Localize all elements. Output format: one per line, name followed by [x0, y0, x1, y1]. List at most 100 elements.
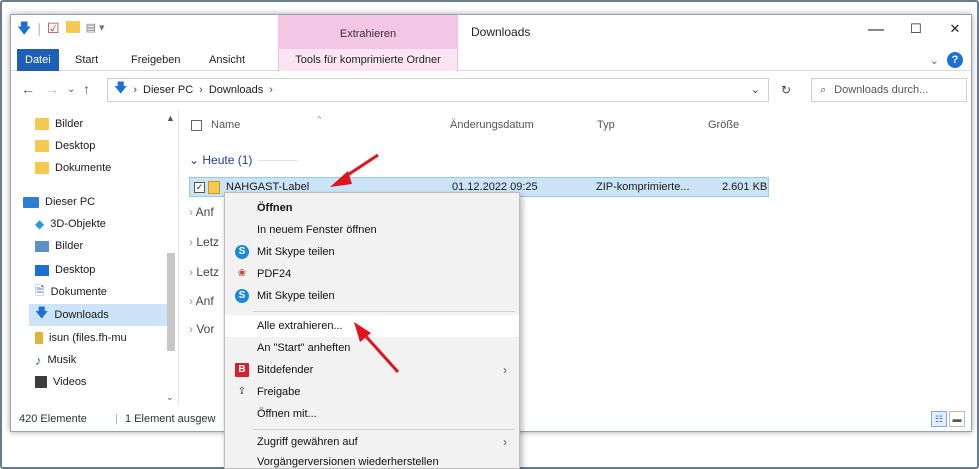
- sort-ascending-icon: ^: [317, 114, 322, 124]
- column-header-name[interactable]: Name: [211, 113, 240, 137]
- down-arrow-icon[interactable]: 🡇: [17, 21, 31, 35]
- nav-item-musik[interactable]: ♪ Musik: [35, 349, 76, 371]
- nav-item-videos[interactable]: Videos: [35, 371, 86, 393]
- group-letz-2[interactable]: › Letz: [189, 265, 219, 279]
- address-row: ← → ⌄ ↑ 🡇 › Dieser PC › Downloads › ⌄ ↻ …: [11, 71, 971, 109]
- properties-icon[interactable]: ☑: [47, 21, 60, 35]
- address-dropdown-icon[interactable]: ⌄: [751, 83, 760, 96]
- select-all-checkbox[interactable]: [191, 113, 202, 137]
- menu-item-label: Mit Skype teilen: [257, 246, 335, 258]
- menu-item-pdf24[interactable]: ❀ PDF24: [225, 263, 519, 285]
- large-icons-view-icon[interactable]: ▬: [949, 411, 965, 427]
- group-vor[interactable]: › Vor: [189, 322, 214, 336]
- nav-item-label: Musik: [47, 354, 77, 366]
- breadcrumb-separator-icon: ›: [269, 84, 273, 96]
- nav-item-label: Dokumente: [50, 286, 107, 298]
- refresh-icon[interactable]: ↻: [781, 83, 791, 97]
- search-placeholder: Downloads durch...: [834, 84, 929, 96]
- group-anf[interactable]: › Anf: [189, 205, 214, 219]
- menu-item-oeffnen[interactable]: Öffnen: [225, 197, 519, 219]
- search-input[interactable]: ⌕ Downloads durch...: [811, 78, 967, 102]
- menu-item-zugriff-gewaehren[interactable]: Zugriff gewähren auf ›: [225, 431, 519, 453]
- expand-ribbon-icon[interactable]: ⌄: [930, 54, 939, 67]
- nav-item-label: Bilder: [55, 240, 84, 252]
- maximize-button[interactable]: ☐: [906, 21, 926, 37]
- column-header-date[interactable]: Änderungsdatum: [450, 113, 534, 137]
- group-label: Heute (1): [202, 153, 253, 167]
- breadcrumb-downloads[interactable]: Downloads: [209, 84, 263, 96]
- menu-item-freigabe[interactable]: ⇪ Freigabe: [225, 381, 519, 403]
- menu-item-bitdefender[interactable]: B Bitdefender ›: [225, 359, 519, 381]
- group-label: Vor: [196, 322, 215, 336]
- tab-ansicht[interactable]: Ansicht: [201, 49, 253, 71]
- menu-separator: [253, 311, 515, 312]
- group-letz[interactable]: › Letz: [189, 235, 219, 249]
- navigation-pane: Bilder Desktop Dokumente Dieser PC ◆ 3D-O…: [11, 109, 179, 405]
- nav-item-bilder[interactable]: Bilder: [35, 113, 83, 135]
- menu-item-label: Bitdefender: [257, 364, 314, 376]
- menu-item-label: Freigabe: [257, 386, 301, 398]
- nav-item-label: Videos: [53, 376, 87, 388]
- skype-icon: S: [235, 289, 249, 303]
- forward-icon[interactable]: →: [45, 81, 59, 97]
- nav-item-desktop-2[interactable]: Desktop: [35, 259, 95, 281]
- breadcrumb-dieser-pc[interactable]: Dieser PC: [143, 84, 193, 96]
- minimize-button[interactable]: —: [866, 21, 886, 39]
- recent-locations-icon[interactable]: ⌄: [67, 84, 75, 95]
- nav-item-dokumente-2[interactable]: 🗎 Dokumente: [35, 281, 107, 303]
- title-bar: 🡇 | ☑ ▤ ▾ Extrahieren Downloads — ☐ ✕: [11, 15, 971, 49]
- menu-item-neues-fenster[interactable]: In neuem Fenster öffnen: [225, 219, 519, 241]
- tab-start[interactable]: Start: [67, 49, 106, 71]
- folder-icon: [35, 162, 49, 174]
- scroll-down-icon[interactable]: ⌄: [166, 392, 174, 403]
- pdf24-icon: ❀: [237, 268, 247, 279]
- nav-item-3d-objekte[interactable]: ◆ 3D-Objekte: [35, 213, 106, 235]
- menu-item-skype-teilen-2[interactable]: S Mit Skype teilen: [225, 285, 519, 307]
- pictures-icon: [35, 240, 49, 252]
- details-view-icon[interactable]: ☷: [931, 411, 947, 427]
- folder-icon: [35, 140, 49, 152]
- scroll-up-icon[interactable]: ▲: [166, 113, 175, 123]
- nav-pane-scrollbar[interactable]: ▲ ⌄: [165, 113, 177, 403]
- new-folder-icon[interactable]: [65, 21, 80, 35]
- customize-toolbar-icon[interactable]: ▤ ▾: [86, 21, 105, 35]
- menu-item-skype-teilen[interactable]: S Mit Skype teilen: [225, 241, 519, 263]
- video-icon: [35, 376, 47, 388]
- computer-icon: [23, 196, 39, 208]
- group-label: Anf: [195, 294, 214, 308]
- column-header-type[interactable]: Typ: [597, 113, 615, 137]
- group-anf-2[interactable]: › Anf: [189, 294, 214, 308]
- column-header-size[interactable]: Größe: [708, 113, 739, 137]
- submenu-chevron-icon: ›: [503, 435, 507, 449]
- menu-item-an-start-anheften[interactable]: An "Start" anheften: [225, 337, 519, 359]
- address-bar[interactable]: 🡇 › Dieser PC › Downloads › ⌄: [107, 78, 769, 102]
- tab-freigeben[interactable]: Freigeben: [123, 49, 189, 71]
- zip-folder-icon: [208, 181, 220, 194]
- menu-item-vorgaengerversionen[interactable]: Vorgängerversionen wiederherstellen: [225, 451, 519, 469]
- help-icon[interactable]: ?: [947, 52, 963, 68]
- nav-item-label: Downloads: [54, 309, 109, 321]
- close-button[interactable]: ✕: [945, 21, 965, 37]
- nav-item-isun-network-drive[interactable]: isun (files.fh-mu: [35, 327, 127, 349]
- nav-item-downloads[interactable]: 🡇 Downloads: [29, 304, 169, 326]
- nav-item-bilder-2[interactable]: Bilder: [35, 235, 83, 257]
- cube-icon: ◆: [35, 217, 45, 231]
- group-label: Letz: [196, 265, 220, 279]
- tab-tools-komprimierte-ordner[interactable]: Tools für komprimierte Ordner: [278, 49, 458, 71]
- file-row-checkbox[interactable]: ✓: [194, 182, 205, 193]
- nav-item-label: 3D-Objekte: [50, 218, 106, 230]
- menu-item-alle-extrahieren[interactable]: Alle extrahieren...: [225, 315, 519, 337]
- nav-item-dieser-pc[interactable]: Dieser PC: [23, 191, 95, 213]
- menu-separator: [253, 429, 515, 430]
- submenu-chevron-icon: ›: [503, 363, 507, 377]
- group-heute[interactable]: ⌄ Heute (1): [189, 153, 299, 167]
- menu-item-oeffnen-mit[interactable]: Öffnen mit...: [225, 403, 519, 425]
- nav-item-desktop[interactable]: Desktop: [35, 135, 95, 157]
- contextual-tab-title: Extrahieren: [339, 28, 397, 40]
- file-size: 2.601 KB: [722, 181, 768, 193]
- up-icon[interactable]: ↑: [83, 81, 90, 97]
- nav-item-dokumente[interactable]: Dokumente: [35, 157, 111, 179]
- back-icon[interactable]: ←: [21, 81, 35, 97]
- tab-datei[interactable]: Datei: [17, 49, 59, 71]
- scrollbar-thumb[interactable]: [167, 253, 175, 351]
